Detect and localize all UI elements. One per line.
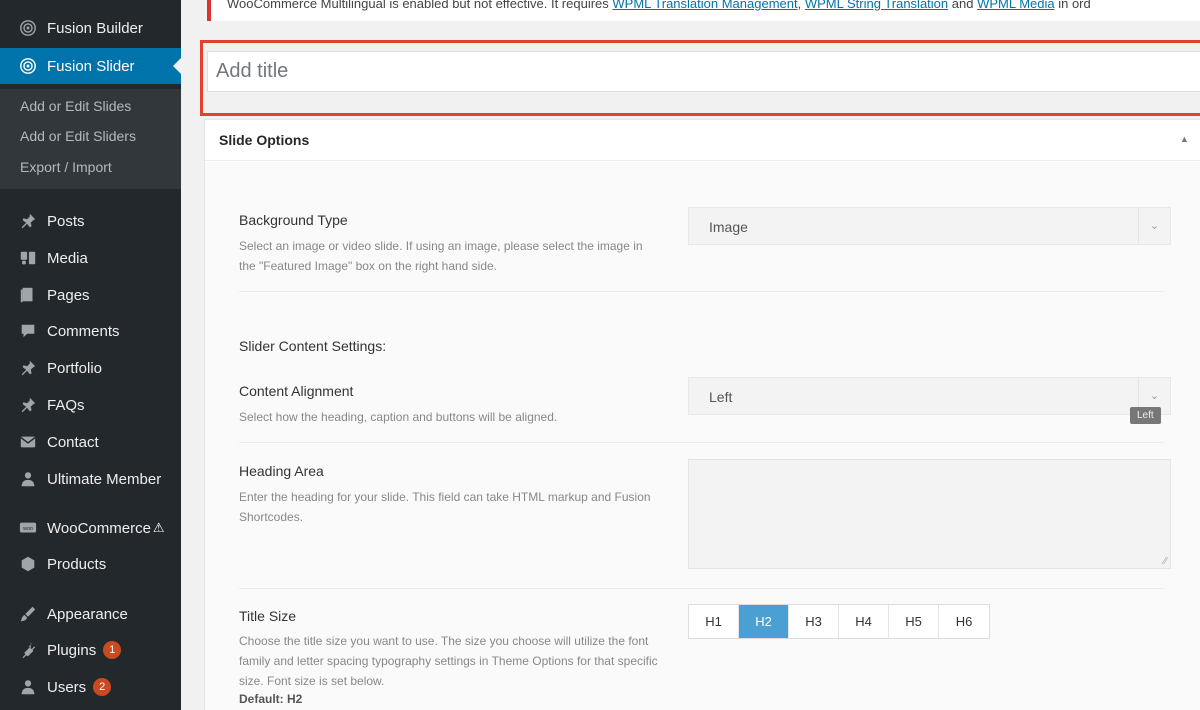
notice-link[interactable]: WPML String Translation <box>805 0 948 11</box>
menu-label: Contact <box>47 433 99 451</box>
slide-options-metabox: Slide Options ▲ Background Type Select a… <box>204 119 1200 710</box>
notice-link[interactable]: WPML Translation Management <box>612 0 797 11</box>
content-alignment-desc: Select how the heading, caption and butt… <box>239 410 558 424</box>
woo-icon: woo <box>17 517 39 539</box>
heading-area-desc: Enter the heading for your slide. This f… <box>239 490 651 524</box>
menu-label: Fusion Builder <box>47 19 143 37</box>
menu-ultimate-member[interactable]: Ultimate Member <box>0 461 181 497</box>
title-size-default: Default: H2 <box>239 692 303 706</box>
menu-posts[interactable]: Posts <box>0 203 181 239</box>
title-highlight-frame <box>200 40 1200 116</box>
title-size-h5-button[interactable]: H5 <box>889 605 939 638</box>
menu-label: Plugins <box>47 641 97 659</box>
background-type-desc: Select an image or video slide. If using… <box>239 239 643 273</box>
menu-label: Pages <box>47 286 90 304</box>
title-size-desc: Choose the title size you want to use. T… <box>239 634 658 688</box>
menu-label: Users <box>47 678 87 696</box>
select-value: Left <box>709 389 733 405</box>
menu-label: Appearance <box>47 605 128 623</box>
background-type-select[interactable]: Image ⌄ <box>688 207 1171 245</box>
menu-media[interactable]: Media <box>0 240 181 276</box>
title-size-button-group: H1 H2 H3 H4 H5 H6 <box>688 604 990 639</box>
user-icon <box>17 676 39 698</box>
content-alignment-select[interactable]: Left ⌄ <box>688 377 1171 415</box>
title-input[interactable] <box>207 51 1200 92</box>
menu-users[interactable]: Users 2 <box>0 669 181 705</box>
content-alignment-label: Content Alignment <box>239 383 354 399</box>
menu-label: Products <box>47 555 107 573</box>
title-size-h2-button[interactable]: H2 <box>739 605 789 638</box>
menu-pages[interactable]: Pages <box>0 277 181 313</box>
fusion-logo-icon <box>17 17 39 39</box>
title-size-h6-button[interactable]: H6 <box>939 605 989 638</box>
divider <box>239 291 1165 292</box>
menu-appearance[interactable]: Appearance <box>0 596 181 632</box>
menu-label: Fusion Slider <box>47 57 135 75</box>
background-type-label: Background Type <box>239 212 348 228</box>
user-icon <box>17 468 39 490</box>
title-size-label: Title Size <box>239 608 297 624</box>
media-icon <box>17 247 39 269</box>
plug-icon <box>17 639 39 661</box>
submenu-export-import[interactable]: Export / Import <box>20 159 112 175</box>
box-icon <box>17 553 39 575</box>
menu-label: FAQs <box>47 396 85 414</box>
heading-area-label: Heading Area <box>239 463 324 479</box>
menu-comments[interactable]: Comments <box>0 313 181 349</box>
brush-icon <box>17 603 39 625</box>
menu-plugins[interactable]: Plugins 1 <box>0 632 181 668</box>
pages-icon <box>17 284 39 306</box>
menu-portfolio[interactable]: Portfolio <box>0 350 181 386</box>
title-size-h4-button[interactable]: H4 <box>839 605 889 638</box>
comment-icon <box>17 320 39 342</box>
notice-text: WooCommerce Multilingual is enabled but … <box>227 0 1091 11</box>
pin-icon <box>17 394 39 416</box>
select-value: Image <box>709 219 748 235</box>
submenu-add-edit-slides[interactable]: Add or Edit Slides <box>20 98 131 114</box>
menu-woocommerce[interactable]: woo WooCommerce ⚠ <box>0 510 181 546</box>
title-size-h1-button[interactable]: H1 <box>689 605 739 638</box>
menu-label: WooCommerce <box>47 519 151 537</box>
menu-fusion-slider[interactable]: Fusion Slider <box>0 48 181 84</box>
menu-label: Portfolio <box>47 359 103 377</box>
menu-label: Ultimate Member <box>47 470 162 488</box>
menu-contact[interactable]: Contact <box>0 424 181 460</box>
metabox-header[interactable]: Slide Options ▲ <box>205 120 1200 161</box>
mail-icon <box>17 431 39 453</box>
menu-label: Media <box>47 249 88 267</box>
fusion-logo-icon <box>17 55 39 77</box>
heading-area-textarea[interactable]: ∕∕ <box>688 459 1171 569</box>
collapse-toggle-icon[interactable]: ▲ <box>1180 134 1189 144</box>
admin-notice: WooCommerce Multilingual is enabled but … <box>207 0 1200 21</box>
metabox-body: Background Type Select an image or video… <box>205 162 1200 710</box>
title-size-h3-button[interactable]: H3 <box>789 605 839 638</box>
resize-grip-icon[interactable]: ∕∕ <box>1164 556 1167 567</box>
svg-text:woo: woo <box>22 526 33 532</box>
fusion-slider-submenu: Add or Edit Slides Add or Edit Sliders E… <box>0 89 181 189</box>
menu-fusion-builder[interactable]: Fusion Builder <box>0 10 181 46</box>
slider-content-heading: Slider Content Settings: <box>239 338 387 354</box>
admin-sidebar: Fusion Builder Fusion Slider Add or Edit… <box>0 0 181 710</box>
divider <box>239 442 1165 443</box>
pin-icon <box>17 357 39 379</box>
warning-icon: ⚠ <box>152 520 165 535</box>
pin-icon <box>17 210 39 232</box>
tooltip: Left <box>1130 407 1161 424</box>
menu-label: Comments <box>47 322 120 340</box>
update-count-badge: 1 <box>103 641 122 659</box>
chevron-down-icon: ⌄ <box>1138 208 1170 244</box>
main-content: WooCommerce Multilingual is enabled but … <box>181 0 1200 710</box>
menu-faqs[interactable]: FAQs <box>0 387 181 423</box>
menu-products[interactable]: Products <box>0 546 181 582</box>
metabox-title: Slide Options <box>219 132 310 148</box>
divider <box>239 588 1165 589</box>
notice-link[interactable]: WPML Media <box>977 0 1055 11</box>
submenu-add-edit-sliders[interactable]: Add or Edit Sliders <box>20 128 136 144</box>
menu-label: Posts <box>47 212 85 230</box>
update-count-badge: 2 <box>93 678 112 696</box>
